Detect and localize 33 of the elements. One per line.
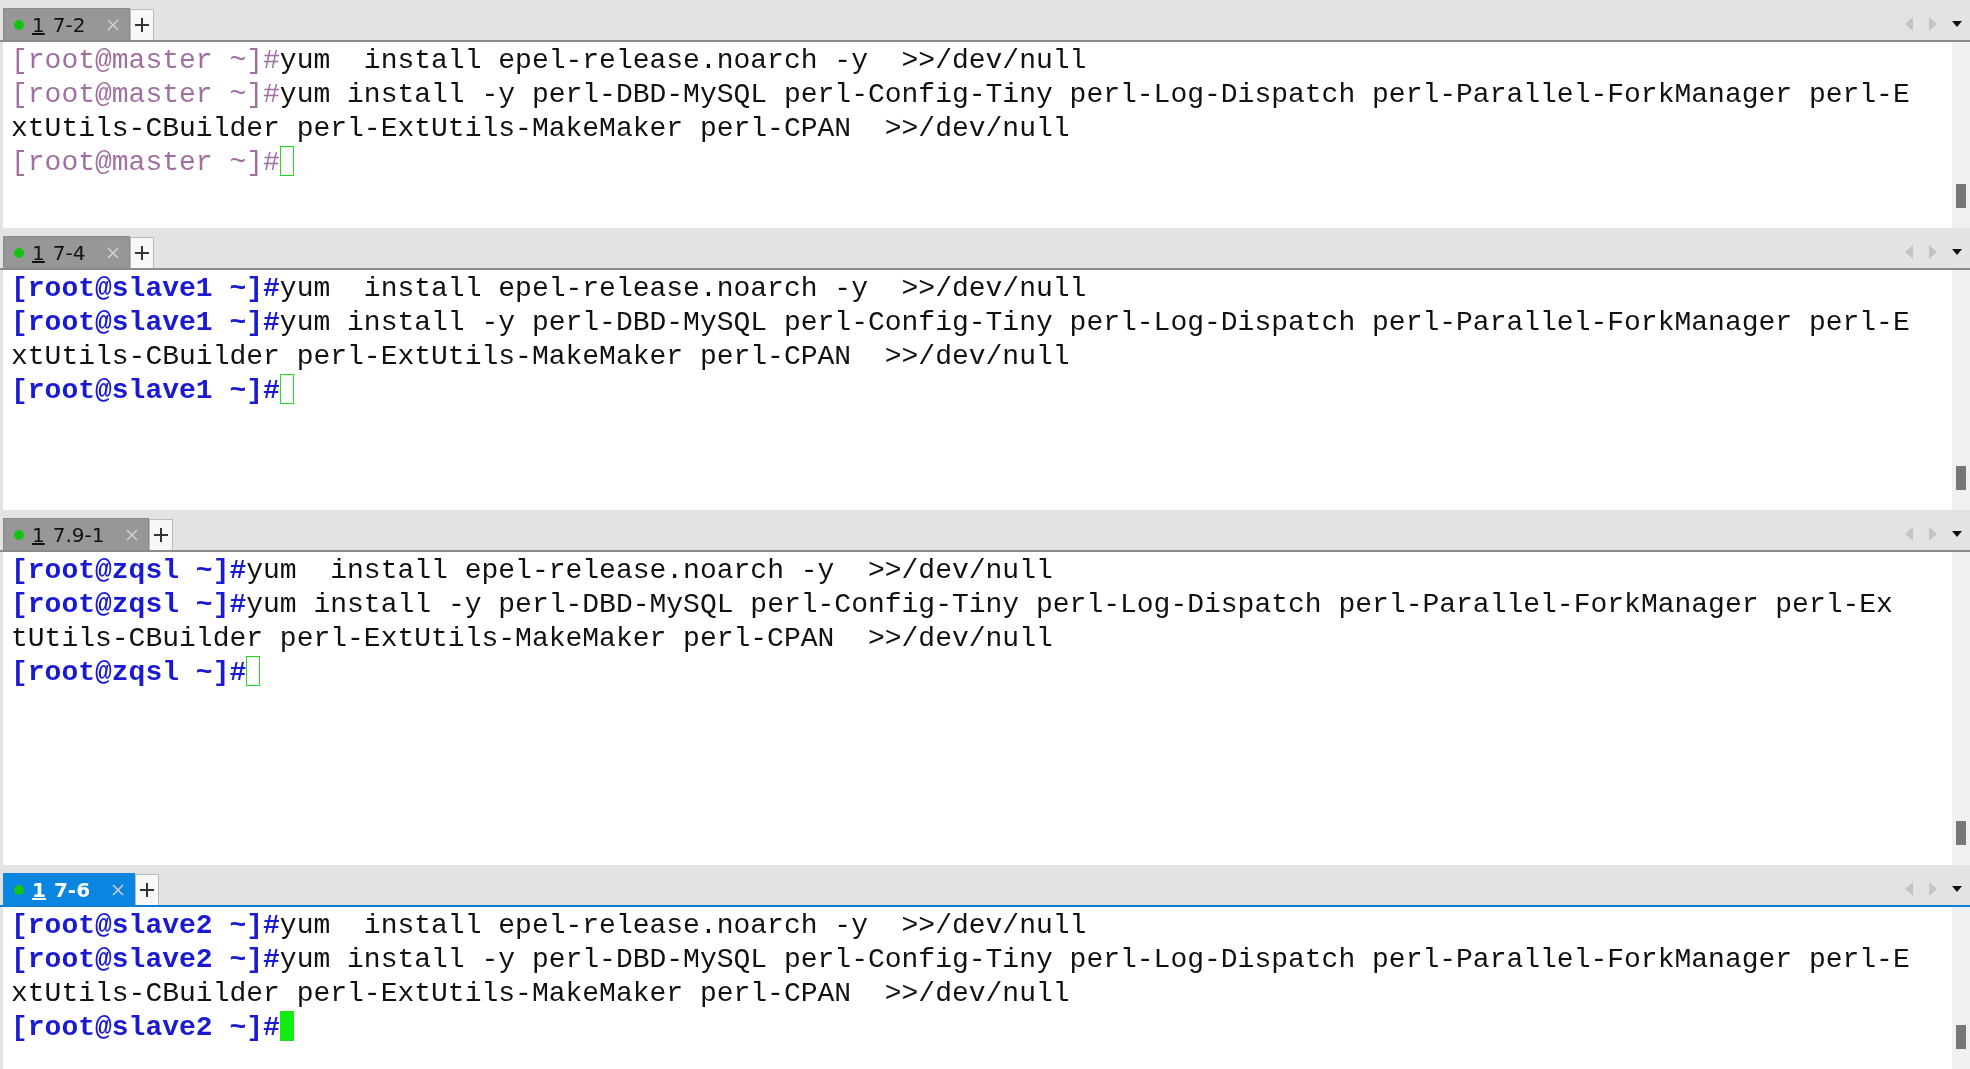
scrollbar[interactable] <box>1952 42 1970 228</box>
new-tab-button[interactable] <box>130 9 155 40</box>
terminal-line: [root@master ~]#yum install -y perl-DBD-MySQL perl-Config-Tiny perl-Log-Dispatch perl-Parallel-ForkManager perl-ExtUtils-CBuilder perl-ExtUtils-MakeMaker perl-CPAN >>/dev/null <box>11 78 1910 146</box>
scrollbar[interactable] <box>1952 270 1970 510</box>
terminal-line: [root@slave1 ~]#yum install epel-release.noarch -y >>/dev/null <box>11 272 1088 306</box>
terminal-line: [root@zqsl ~]#yum install epel-release.noarch -y >>/dev/null <box>11 554 1054 588</box>
status-dot-icon <box>14 529 24 540</box>
terminal-line: [root@slave1 ~]# <box>11 374 1910 408</box>
session-tab[interactable]: 1 7-4 <box>3 236 131 268</box>
terminal-line: [root@zqsl ~]# <box>11 656 1910 690</box>
terminal-line: [root@zqsl ~]#yum install -y perl-DBD-MySQL perl-Config-Tiny perl-Log-Dispatch perl-Parallel-ForkManager perl-ExtUtils-CBuilder perl-ExtUtils-MakeMaker perl-CPAN >>/dev/null <box>11 588 1894 656</box>
plus-icon[interactable] <box>140 883 155 897</box>
terminal-line: [root@slave1 ~]#yum install -y perl-DBD-MySQL perl-Config-Tiny perl-Log-Dispatch perl-Parallel-ForkManager perl-ExtUtils-CBuilder perl-ExtUtils-MakeMaker perl-CPAN >>/dev/null <box>11 306 1910 374</box>
status-dot-icon <box>14 247 24 258</box>
new-tab-button[interactable] <box>149 519 174 550</box>
close-icon[interactable] <box>112 883 125 896</box>
terminal-line: [root@master ~]# <box>11 146 1910 180</box>
terminal-line: [root@slave2 ~]#yum install -y perl-DBD-MySQL perl-Config-Tiny perl-Log-Dispatch perl-Parallel-ForkManager perl-ExtUtils-CBuilder perl-ExtUtils-MakeMaker perl-CPAN >>/dev/null <box>11 943 1910 1011</box>
terminal-line: [root@slave2 ~]#yum install epel-release.noarch -y >>/dev/null <box>11 909 1088 943</box>
status-dot-icon <box>14 884 24 895</box>
status-dot-icon <box>14 19 24 30</box>
session-tab[interactable]: 1 7-6 <box>3 873 136 905</box>
scrollbar[interactable] <box>1952 907 1970 1069</box>
new-tab-button[interactable] <box>135 874 160 905</box>
session-tab[interactable]: 1 7-2 <box>3 8 131 40</box>
session-tab[interactable]: 1 7.9-1 <box>3 518 150 550</box>
plus-icon[interactable] <box>154 528 169 542</box>
terminal-line: [root@slave2 ~]# <box>11 1011 1910 1045</box>
scrollbar[interactable] <box>1952 552 1970 865</box>
new-tab-button[interactable] <box>130 237 155 268</box>
plus-icon[interactable] <box>135 246 150 260</box>
terminal-line: [root@master ~]#yum install epel-release.noarch -y >>/dev/null <box>11 44 1088 78</box>
plus-icon[interactable] <box>135 18 150 32</box>
